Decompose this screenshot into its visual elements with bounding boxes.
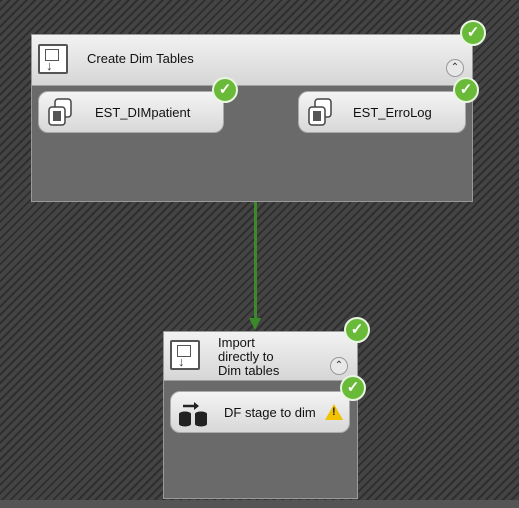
container-create-dim-tables[interactable]: ↓ Create Dim Tables ⌃ EST_DIMpatient EST… [31,34,473,202]
task-est-dimpatient[interactable]: EST_DIMpatient [38,91,224,133]
success-check-icon: ✓ [344,317,370,343]
success-check-icon: ✓ [460,20,486,46]
warning-icon: ! [325,404,343,420]
sql-task-icon [308,98,332,126]
arrow-head-icon [249,318,261,330]
container-title: Create Dim Tables [87,51,194,66]
collapse-button[interactable]: ⌃ [330,357,348,375]
collapse-button[interactable]: ⌃ [446,59,464,77]
success-check-icon: ✓ [212,77,238,103]
task-est-errolog[interactable]: EST_ErroLog [298,91,466,133]
task-label: EST_ErroLog [353,105,432,120]
task-label: EST_DIMpatient [95,105,191,120]
sequence-container-icon: ↓ [38,44,68,74]
scroll-area-edge [0,500,519,508]
success-check-icon: ✓ [340,375,366,401]
sql-task-icon [48,98,72,126]
container-header[interactable]: ↓ Import directly to Dim tables ⌃ [164,332,357,381]
sequence-container-icon: ↓ [170,340,200,370]
success-check-icon: ✓ [453,77,479,103]
task-label: DF stage to dim [224,405,316,420]
container-import-directly[interactable]: ↓ Import directly to Dim tables ⌃ DF sta… [163,331,358,499]
precedence-constraint[interactable] [254,202,257,320]
data-flow-icon [179,402,207,427]
container-header[interactable]: ↓ Create Dim Tables ⌃ [32,35,472,86]
task-df-stage-to-dim[interactable]: DF stage to dim ! [170,391,350,433]
container-title-line: Dim tables [218,363,280,378]
